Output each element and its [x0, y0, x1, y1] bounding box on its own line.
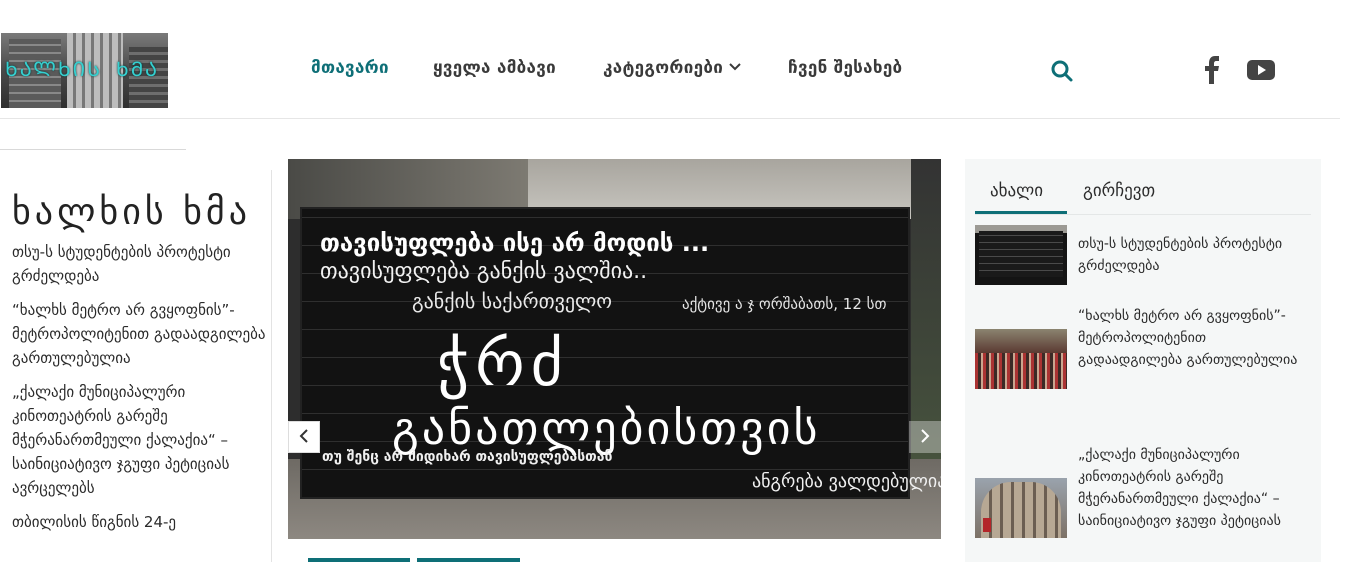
- thumb-crowd: [975, 353, 1067, 389]
- left-divider: [0, 149, 186, 150]
- news-thumbnail: [975, 225, 1067, 285]
- right-news-panel: ახალი გირჩევთ თსუ-ს სტუდენტების პროტესტი…: [965, 159, 1321, 562]
- left-sidebar: ხალხის ხმა თსუ-ს სტუდენტების პროტესტი გრ…: [0, 170, 272, 562]
- active-tab-underline: [975, 211, 1067, 214]
- news-title: „ქალაქი მუნიციპალური კინოთეატრის გარეშე …: [1078, 447, 1281, 529]
- tab-recommended[interactable]: გირჩევთ: [1083, 181, 1155, 201]
- chevron-down-icon: [729, 60, 741, 75]
- slide-chalkboard-image: თავისუფლება ისე არ მოდის ... თავისუფლება…: [300, 207, 941, 499]
- thumb-banner: [983, 518, 991, 532]
- nav-item-about[interactable]: ჩვენ შესახებ: [788, 58, 902, 78]
- nav-item-label: ჩვენ შესახებ: [788, 58, 903, 78]
- board-text: თავისუფლება ისე არ მოდის ...: [320, 229, 710, 257]
- nav-item-categories[interactable]: კატეგორიები: [603, 58, 741, 78]
- board-text: განქის საქართველო: [412, 289, 613, 313]
- slider-prev-button[interactable]: [288, 421, 320, 453]
- list-item[interactable]: თსუ-ს სტუდენტების პროტესტი გრძელდება: [12, 240, 267, 288]
- section-tab-indicator: [308, 558, 410, 562]
- chevron-left-icon: [299, 428, 309, 447]
- news-title: თსუ-ს სტუდენტების პროტესტი გრძელდება: [1078, 236, 1283, 274]
- list-item[interactable]: “ხალხს მეტრო არ გვყოფნის”- მეტროპოლიტენი…: [12, 298, 267, 370]
- nav-item-label: კატეგორიები: [603, 58, 724, 78]
- sidebar-news-list: თსუ-ს სტუდენტების პროტესტი გრძელდება “ხა…: [12, 240, 267, 544]
- board-text: თავისუფლება განქის ვალშია..: [320, 259, 648, 284]
- board-text: განათლებისთვის: [392, 401, 821, 455]
- board-text: ჭრძ: [437, 327, 569, 400]
- site-logo[interactable]: ᲮᲐᲚᲮᲘᲡ ᲮᲛᲐ: [1, 33, 168, 108]
- tab-latest[interactable]: ახალი: [990, 181, 1043, 201]
- nav-item-home[interactable]: მთავარი: [311, 58, 389, 78]
- board-text: ანგრება ვალდებულია: [752, 471, 941, 492]
- nav-item-label: ყველა ამბავი: [433, 58, 557, 78]
- board-text: აქტივე ა ჯ ორშაბათს, 12 სთ: [682, 295, 887, 313]
- slider-next-button[interactable]: [909, 421, 941, 453]
- board-text: თუ შენც არ მიდიხარ თავისუფლებასთან: [322, 449, 613, 465]
- news-thumbnail: [975, 478, 1067, 538]
- site-header: ᲮᲐᲚᲮᲘᲡ ᲮᲛᲐ მთავარი ყველა ამბავი კატეგორი…: [0, 0, 1340, 119]
- list-item[interactable]: „ქალაქი მუნიციპალური კინოთეატრის გარეშე …: [12, 380, 267, 500]
- nav-item-label: მთავარი: [311, 58, 389, 78]
- nav-item-all-news[interactable]: ყველა ამბავი: [433, 58, 556, 78]
- tabs-divider: [975, 214, 1311, 215]
- featured-slider[interactable]: თავისუფლება ისე არ მოდის ... თავისუფლება…: [288, 159, 941, 539]
- search-icon[interactable]: [1050, 59, 1074, 83]
- news-thumbnail: [975, 329, 1067, 389]
- section-tab-indicator: [417, 558, 520, 562]
- news-title: “ხალხს მეტრო არ გვყოფნის”- მეტროპოლიტენი…: [1078, 308, 1298, 368]
- thumb-board: [979, 231, 1063, 277]
- sidebar-title: ხალხის ხმა: [12, 192, 252, 233]
- facebook-icon[interactable]: [1204, 56, 1222, 84]
- logo-text: ᲮᲐᲚᲮᲘᲡ ᲮᲛᲐ: [5, 57, 160, 81]
- thumb-building: [981, 482, 1061, 538]
- chevron-right-icon: [920, 428, 930, 447]
- list-item[interactable]: თბილისის წიგნის 24-ე: [12, 510, 267, 534]
- youtube-icon[interactable]: [1247, 59, 1275, 81]
